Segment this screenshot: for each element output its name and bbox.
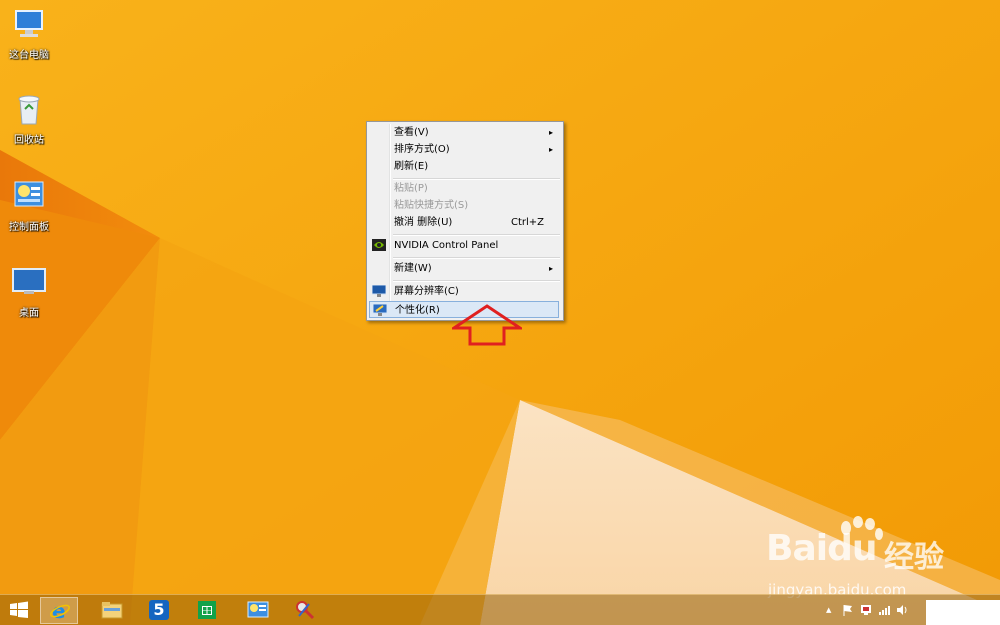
svg-text:e: e bbox=[52, 601, 66, 621]
desktop-icon-recycle-bin[interactable]: 回收站 bbox=[2, 91, 56, 146]
menu-item-paste: 粘贴(P) bbox=[369, 180, 559, 197]
baidu-watermark: Baidu 经验 jingyan.baidu.com bbox=[766, 516, 996, 606]
menu-item-label: 个性化(R) bbox=[395, 305, 440, 316]
desktop-icon-label: 回收站 bbox=[14, 135, 44, 146]
red-up-arrow-icon bbox=[452, 304, 522, 346]
watermark-brand: Baidu bbox=[766, 528, 877, 569]
menu-item-new[interactable]: 新建(W) ▸ bbox=[369, 260, 559, 277]
control-panel-icon bbox=[11, 178, 47, 214]
flag-icon[interactable] bbox=[842, 604, 854, 619]
taskbar-file-explorer[interactable] bbox=[92, 597, 130, 624]
menu-item-label: 粘贴快捷方式(S) bbox=[394, 200, 469, 211]
menu-separator bbox=[393, 280, 560, 282]
desktop-icon-control-panel[interactable]: 控制面板 bbox=[2, 178, 56, 233]
menu-item-label: 刷新(E) bbox=[394, 161, 429, 172]
system-tray: ▲ bbox=[820, 595, 926, 625]
desktop-icon-label: 这台电脑 bbox=[9, 50, 49, 61]
menu-item-paste-shortcut: 粘贴快捷方式(S) bbox=[369, 197, 559, 214]
taskbar-app-5[interactable]: 5 bbox=[140, 597, 178, 624]
desktop-icon-label: 桌面 bbox=[19, 308, 39, 319]
computer-icon bbox=[11, 6, 47, 42]
monitor-icon bbox=[11, 264, 47, 300]
menu-item-label: 屏幕分辨率(C) bbox=[394, 286, 459, 297]
menu-separator bbox=[393, 257, 560, 259]
signal-icon[interactable] bbox=[878, 604, 890, 619]
taskbar-control-panel[interactable] bbox=[238, 597, 276, 624]
nvidia-icon bbox=[372, 239, 386, 251]
clock-area[interactable] bbox=[926, 600, 1000, 625]
taskbar-internet-explorer[interactable]: e bbox=[40, 597, 78, 624]
desktop[interactable]: 这台电脑 回收站 控制面板 桌面 查看(V) ▸ 排序方式(O) ▸ 刷新(E) bbox=[0, 0, 1000, 625]
personalize-icon bbox=[372, 303, 388, 316]
taskbar-store[interactable] bbox=[188, 597, 226, 624]
menu-item-view[interactable]: 查看(V) ▸ bbox=[369, 124, 559, 141]
submenu-arrow-icon: ▸ bbox=[548, 128, 553, 137]
desktop-context-menu: 查看(V) ▸ 排序方式(O) ▸ 刷新(E) 粘贴(P) 粘贴快捷方式(S) … bbox=[366, 121, 564, 321]
desktop-icon-this-pc[interactable]: 这台电脑 bbox=[2, 6, 56, 61]
menu-item-nvidia-control-panel[interactable]: NVIDIA Control Panel bbox=[369, 237, 559, 254]
five-app-icon: 5 bbox=[149, 600, 169, 620]
submenu-arrow-icon: ▸ bbox=[548, 264, 553, 273]
network-icon[interactable] bbox=[860, 604, 872, 619]
control-panel-icon bbox=[247, 600, 269, 620]
windows-logo-icon bbox=[9, 600, 29, 620]
start-button[interactable] bbox=[0, 597, 38, 624]
taskbar: e 5 ▲ bbox=[0, 594, 1000, 625]
volume-icon[interactable] bbox=[896, 604, 908, 619]
menu-item-label: 撤消 删除(U) bbox=[394, 217, 453, 228]
folder-icon bbox=[101, 600, 123, 620]
menu-item-label: NVIDIA Control Panel bbox=[394, 240, 499, 251]
menu-item-label: 粘贴(P) bbox=[394, 183, 428, 194]
ie-icon: e bbox=[50, 599, 70, 623]
menu-item-refresh[interactable]: 刷新(E) bbox=[369, 158, 559, 175]
watermark-brand-cn: 经验 bbox=[884, 540, 944, 575]
menu-separator bbox=[393, 234, 560, 236]
menu-item-screen-resolution[interactable]: 屏幕分辨率(C) bbox=[369, 283, 559, 300]
menu-item-undo-delete[interactable]: 撤消 删除(U) Ctrl+Z bbox=[369, 214, 559, 231]
menu-item-label: 排序方式(O) bbox=[394, 144, 450, 155]
store-icon bbox=[197, 600, 217, 620]
menu-item-sort-by[interactable]: 排序方式(O) ▸ bbox=[369, 141, 559, 158]
menu-item-shortcut: Ctrl+Z bbox=[510, 217, 544, 228]
display-icon bbox=[371, 284, 387, 297]
recycle-bin-icon bbox=[11, 91, 47, 127]
menu-item-label: 新建(W) bbox=[394, 263, 432, 274]
tools-icon bbox=[295, 600, 315, 620]
show-hidden-icons-chevron-icon[interactable]: ▲ bbox=[826, 606, 831, 614]
submenu-arrow-icon: ▸ bbox=[548, 145, 553, 154]
desktop-icon-desktop[interactable]: 桌面 bbox=[2, 264, 56, 319]
desktop-icon-label: 控制面板 bbox=[9, 222, 49, 233]
taskbar-tools[interactable] bbox=[286, 597, 324, 624]
menu-item-label: 查看(V) bbox=[394, 127, 429, 138]
